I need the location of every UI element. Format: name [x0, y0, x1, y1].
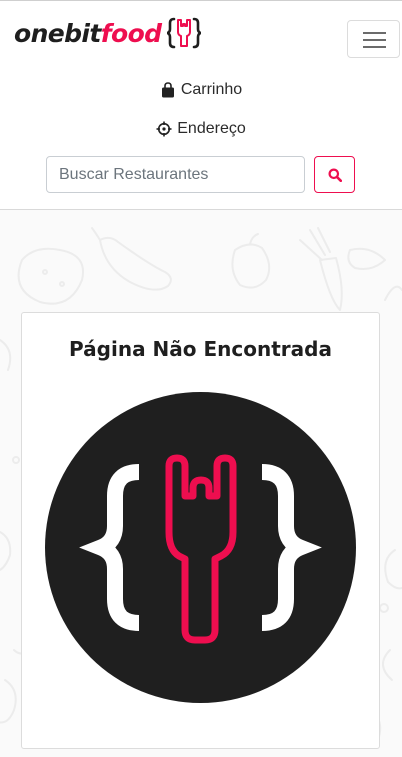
- hamburger-menu-icon: [363, 46, 386, 48]
- nav-cart-label: Carrinho: [180, 81, 243, 98]
- rock-fork-braces-icon: [167, 17, 202, 49]
- crosshair-icon: [156, 121, 172, 137]
- navbar: onebit food Carrinho Endereço Buscar Res…: [0, 1, 402, 210]
- nav-link-cart[interactable]: Carrinho: [0, 79, 402, 101]
- brand-name-onebit: onebit: [14, 18, 101, 48]
- shopping-bag-icon: [161, 82, 174, 98]
- onebitfood-logo-image: [45, 392, 356, 703]
- nav-link-address[interactable]: Endereço: [0, 118, 402, 140]
- brand-logo[interactable]: onebit food: [14, 13, 202, 53]
- hamburger-menu-icon: [363, 32, 386, 34]
- search-input[interactable]: [46, 156, 305, 193]
- page-title: Página Não Encontrada: [69, 337, 332, 361]
- navbar-toggler-button[interactable]: [347, 20, 400, 58]
- search-icon: [328, 168, 342, 182]
- brand-name-food: food: [100, 18, 162, 48]
- nav-address-label: Endereço: [177, 120, 246, 137]
- search-button[interactable]: [314, 156, 355, 193]
- not-found-card: Página Não Encontrada: [21, 312, 380, 749]
- hamburger-menu-icon: [363, 39, 386, 41]
